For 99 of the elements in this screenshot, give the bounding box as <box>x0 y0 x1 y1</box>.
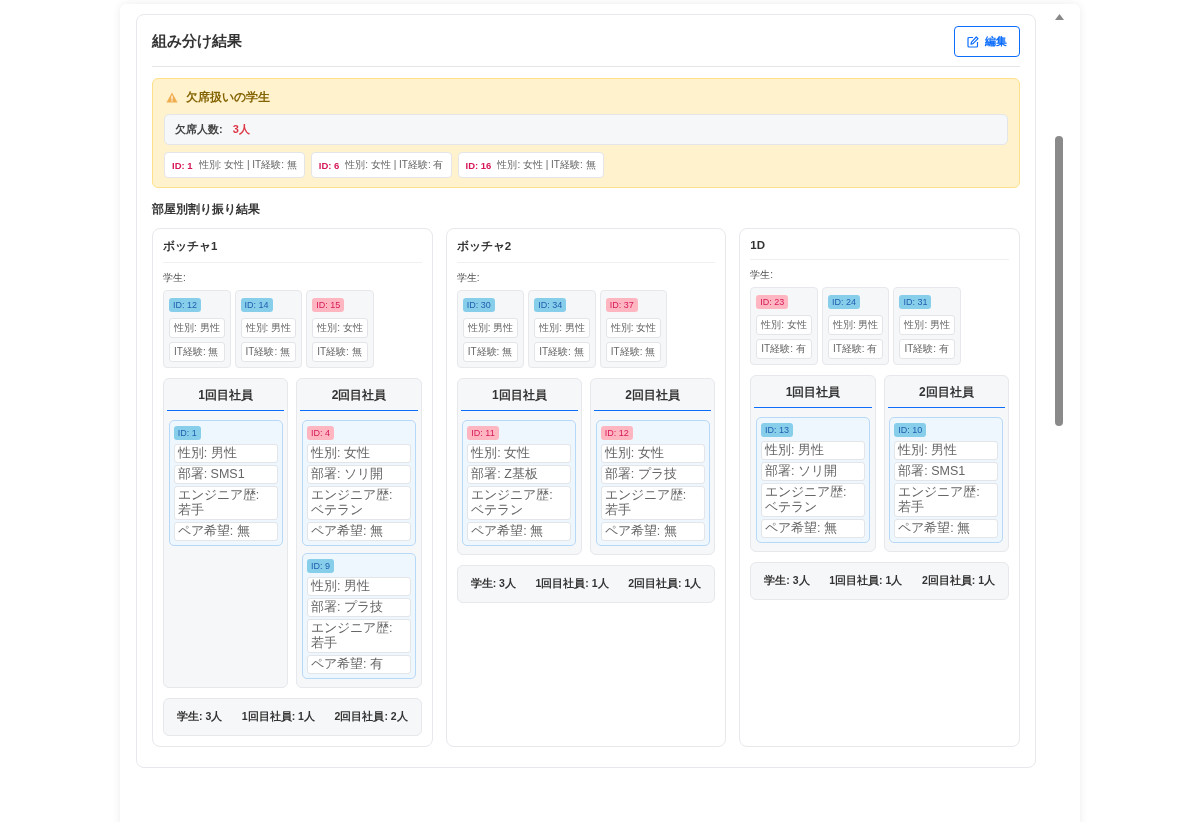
id-badge: ID: 24 <box>827 295 860 309</box>
scroll-up-icon[interactable] <box>1054 14 1064 20</box>
summary-count: 1回目社員: 1人 <box>829 574 903 588</box>
student-attribute: 性別: 男性 <box>534 318 590 338</box>
id-badge: ID: 1 <box>173 426 201 440</box>
id-badge: ID: 14 <box>240 298 273 312</box>
student-attribute: IT経験: 無 <box>534 342 590 362</box>
student-attribute: 性別: 男性 <box>169 318 225 338</box>
id-badge: ID: 34 <box>534 298 567 312</box>
id-badge: ID: 13 <box>761 423 793 437</box>
student-attribute: 性別: 男性 <box>240 318 297 338</box>
student-info: 性別: 女性 | IT経験: 有 <box>345 158 444 172</box>
staff-attribute: エンジニア歴: 若手 <box>173 486 278 520</box>
staff-attribute: 部署: プラ技 <box>600 465 705 484</box>
staff-attribute: 部署: Z基板 <box>467 465 572 484</box>
staff-attribute: 性別: 男性 <box>894 441 999 460</box>
edit-button[interactable]: 編集 <box>954 26 1020 57</box>
staff-attribute: ペア希望: 有 <box>307 655 411 674</box>
id-badge: ID: 12 <box>600 426 633 440</box>
staff-attribute: エンジニア歴: 若手 <box>894 483 999 517</box>
staff-attribute: ペア希望: 無 <box>600 522 705 541</box>
staff-attribute: 性別: 女性 <box>600 444 705 463</box>
student-info: 性別: 女性 | IT経験: 無 <box>198 158 297 172</box>
staff-attribute: 部署: SMS1 <box>173 465 278 484</box>
students-label: 学生: <box>456 271 481 285</box>
staff-attribute: ペア希望: 無 <box>307 522 411 541</box>
student-attribute: IT経験: 有 <box>899 339 955 359</box>
room-name: ボッチャ1 <box>163 239 422 263</box>
id-badge: ID: 4 <box>307 426 334 440</box>
student-attribute: IT経験: 無 <box>240 342 297 362</box>
staff-column-title: 1回目社員 <box>167 387 285 411</box>
student-attribute: 性別: 女性 <box>756 315 812 335</box>
staff-attribute: エンジニア歴: 若手 <box>600 486 705 520</box>
staff-attribute: エンジニア歴: ベテラン <box>307 486 411 520</box>
staff-column-title: 2回目社員 <box>594 387 712 411</box>
student-id: ID: 6 <box>318 159 340 171</box>
staff-attribute: 性別: 男性 <box>761 441 865 460</box>
staff-attribute: ペア希望: 無 <box>894 519 999 538</box>
edit-icon <box>967 35 979 48</box>
summary-count: 2回目社員: 2人 <box>334 710 408 724</box>
student-id: ID: 16 <box>465 159 492 171</box>
staff-attribute: エンジニア歴: 若手 <box>307 619 411 653</box>
staff-attribute: ペア希望: 無 <box>761 519 865 538</box>
room-name: ボッチャ2 <box>456 239 716 263</box>
count-value: 3人 <box>232 122 250 137</box>
room-name: 1D <box>750 239 1009 260</box>
student-attribute: 性別: 女性 <box>605 318 662 338</box>
summary-count: 学生: 3人 <box>177 710 223 724</box>
staff-column-title: 1回目社員 <box>460 387 578 411</box>
staff-attribute: 部署: ソリ開 <box>307 465 411 484</box>
alert-title: 欠席扱いの学生 <box>186 89 270 106</box>
section-title: 部屋別割り振り結果 <box>152 201 261 218</box>
id-badge: ID: 9 <box>307 559 334 573</box>
students-label: 学生: <box>750 268 775 282</box>
warning-icon <box>166 92 178 103</box>
staff-attribute: 性別: 女性 <box>307 444 411 463</box>
staff-attribute: 性別: 女性 <box>467 444 572 463</box>
summary-count: 2回目社員: 1人 <box>921 574 995 588</box>
student-attribute: 性別: 女性 <box>312 318 368 338</box>
student-attribute: IT経験: 無 <box>462 342 519 362</box>
staff-attribute: ペア希望: 無 <box>467 522 572 541</box>
id-badge: ID: 10 <box>894 423 927 437</box>
id-badge: ID: 11 <box>467 426 499 440</box>
staff-attribute: 部署: プラ技 <box>307 598 411 617</box>
staff-attribute: 部署: SMS1 <box>894 462 999 481</box>
staff-attribute: エンジニア歴: ベテラン <box>467 486 572 520</box>
staff-attribute: 性別: 男性 <box>173 444 278 463</box>
staff-attribute: エンジニア歴: ベテラン <box>761 483 865 517</box>
id-badge: ID: 23 <box>756 295 789 309</box>
id-badge: ID: 15 <box>312 298 345 312</box>
student-attribute: 性別: 男性 <box>899 315 955 335</box>
student-attribute: IT経験: 有 <box>756 339 812 359</box>
staff-column-title: 1回目社員 <box>754 384 872 408</box>
count-label: 欠席人数: <box>175 122 223 137</box>
staff-attribute: 性別: 男性 <box>307 577 411 596</box>
summary-count: 学生: 3人 <box>470 577 516 591</box>
student-attribute: IT経験: 有 <box>827 339 884 359</box>
staff-attribute: 部署: ソリ開 <box>761 462 865 481</box>
id-badge: ID: 31 <box>899 295 932 309</box>
student-attribute: IT経験: 無 <box>169 342 225 362</box>
summary-count: 1回目社員: 1人 <box>241 710 315 724</box>
student-info: 性別: 女性 | IT経験: 無 <box>497 158 596 172</box>
staff-column-title: 2回目社員 <box>300 387 418 411</box>
page-title: 組み分け結果 <box>152 32 242 51</box>
student-id: ID: 1 <box>172 159 193 171</box>
summary-count: 1回目社員: 1人 <box>535 577 609 591</box>
scrollbar-thumb[interactable] <box>1055 136 1063 426</box>
staff-column-title: 2回目社員 <box>887 384 1005 408</box>
summary-count: 2回目社員: 1人 <box>628 577 702 591</box>
student-attribute: IT経験: 無 <box>605 342 662 362</box>
students-label: 学生: <box>163 271 187 285</box>
id-badge: ID: 37 <box>605 298 638 312</box>
student-attribute: 性別: 男性 <box>827 315 884 335</box>
summary-count: 学生: 3人 <box>764 574 810 588</box>
staff-attribute: ペア希望: 無 <box>173 522 278 541</box>
id-badge: ID: 30 <box>462 298 495 312</box>
id-badge: ID: 12 <box>169 298 201 312</box>
student-attribute: 性別: 男性 <box>462 318 519 338</box>
student-attribute: IT経験: 無 <box>312 342 368 362</box>
